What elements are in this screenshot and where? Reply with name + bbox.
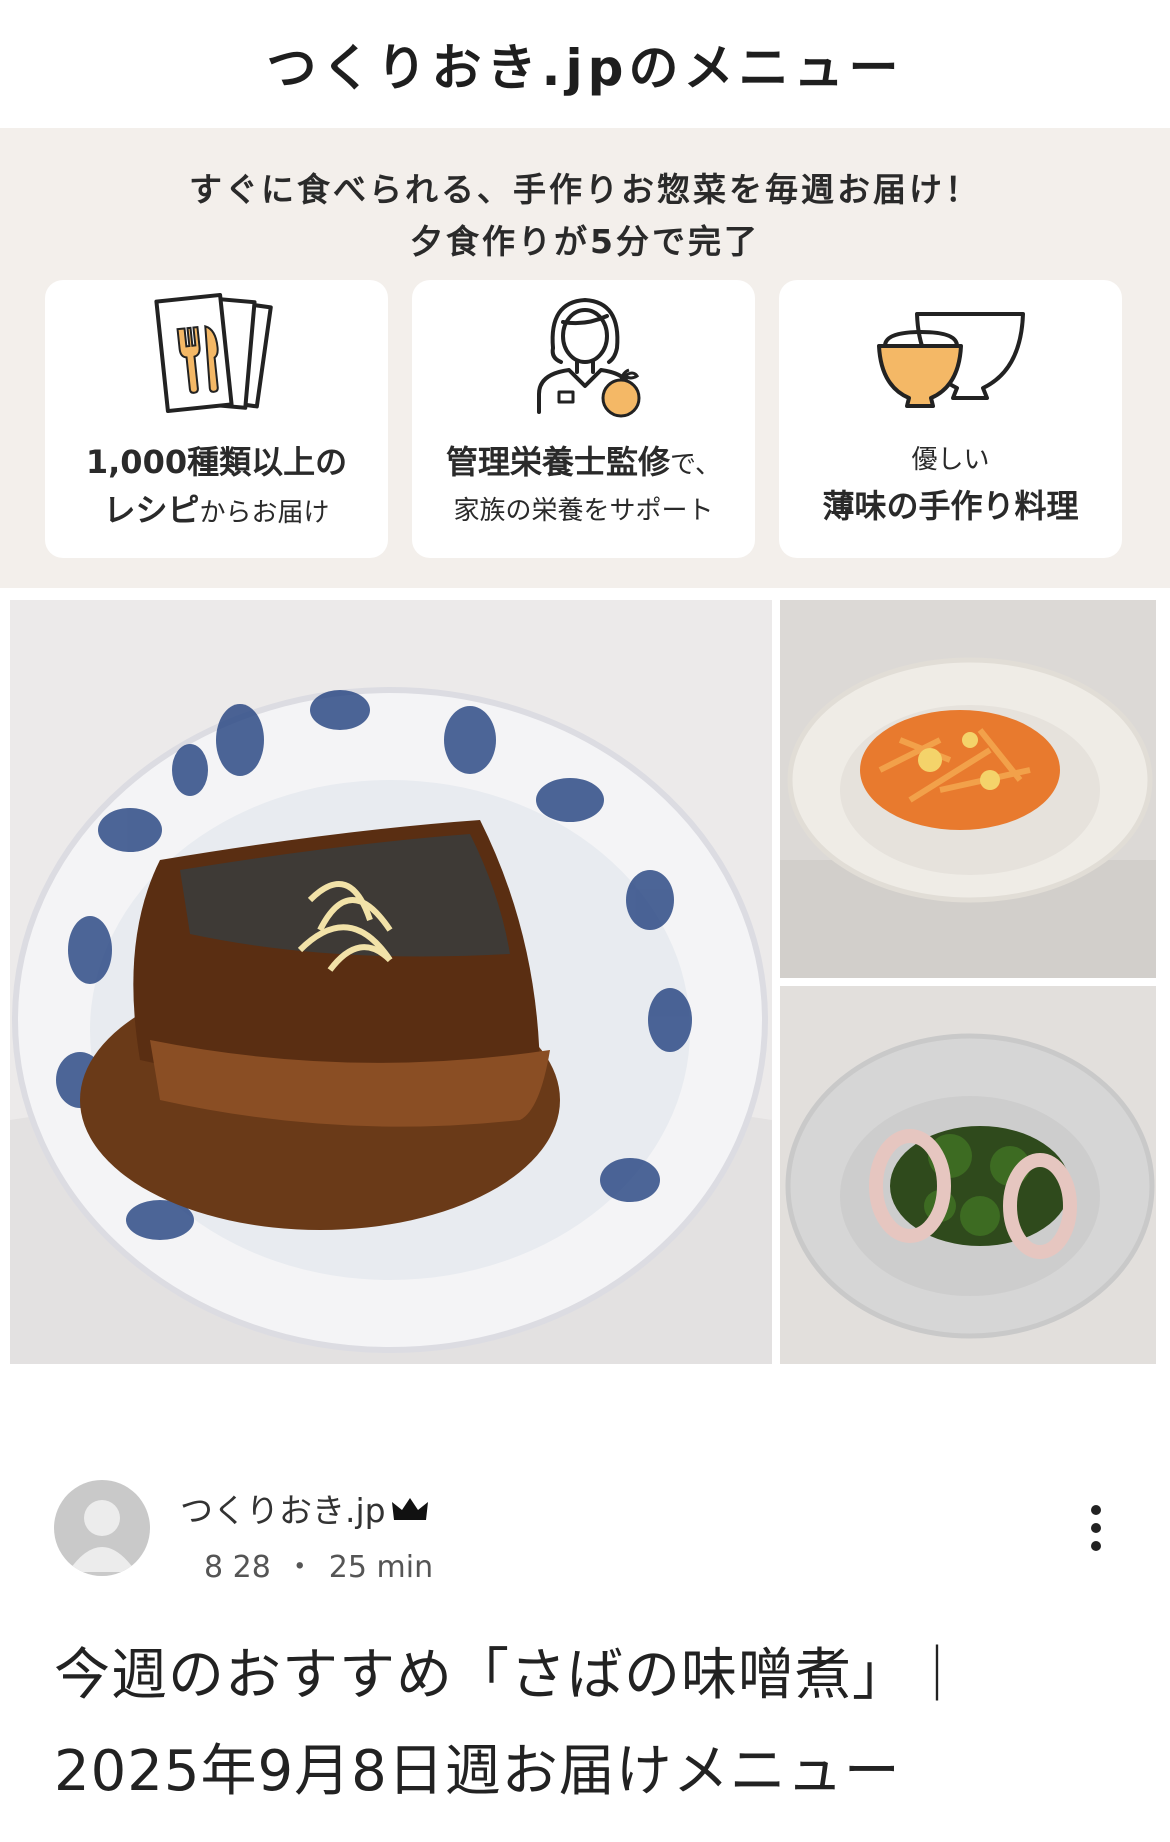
read-time: 25 min (328, 1550, 434, 1585)
squid-broccoli-photo[interactable] (780, 986, 1156, 1364)
card1-line2-small: からお届け (199, 498, 330, 528)
card2-line2: 家族の栄養をサポート (453, 496, 714, 526)
carrot-salad-photo[interactable] (780, 600, 1156, 978)
post-author-row: つくりおき.jp 8 28 ・ 25 min (54, 1476, 1116, 1585)
card2-line1-small: で、 (670, 450, 721, 480)
card1-line1: 1,000種類以上の (85, 443, 348, 481)
author-name[interactable]: つくりおき.jp (180, 1484, 430, 1532)
article-title-line2: 2025年9月8日週お届けメニュー (54, 1739, 901, 1804)
feature-card-nutritionist: 管理栄養士監修で、 家族の栄養をサポート (412, 280, 755, 558)
crown-icon (390, 1493, 430, 1532)
feature-card-light-taste: 優しい 薄味の手作り料理 (779, 280, 1122, 558)
more-vertical-icon (1091, 1505, 1101, 1551)
article-title[interactable]: 今週のおすすめ「さばの味噌煮」｜ 2025年9月8日週お届けメニュー (54, 1628, 1134, 1820)
promo-headline: すぐに食べられる、手作りお惣菜を毎週お届け！ 夕食作りが5分で完了 (0, 164, 1170, 268)
promo-headline-line2: 夕食作りが5分で完了 (410, 222, 760, 261)
bowls-icon (779, 292, 1122, 442)
card1-line2-bold: レシピ (103, 491, 200, 529)
menu-cards-icon (45, 292, 388, 442)
banner-title: つくりおき.jpのメニュー (266, 39, 904, 97)
article-title-line1: 今週のおすすめ「さばの味噌煮」｜ (54, 1643, 966, 1708)
nutritionist-icon (412, 292, 755, 442)
promo-banner[interactable]: すぐに食べられる、手作りお惣菜を毎週お届け！ 夕食作りが5分で完了 1,000種… (0, 128, 1170, 588)
post-date: 8 28 (204, 1550, 271, 1585)
promo-headline-line1: すぐに食べられる、手作りお惣菜を毎週お届け！ (189, 170, 981, 209)
more-options-button[interactable] (1076, 1500, 1116, 1556)
post-meta: 8 28 ・ 25 min (204, 1542, 433, 1586)
avatar[interactable] (54, 1480, 150, 1576)
feature-cards: 1,000種類以上の レシピからお届け 管理栄養士監修で、 家族の栄養をサポート… (45, 280, 1125, 558)
card3-line1: 優しい (911, 445, 990, 475)
meta-separator: ・ (284, 1550, 315, 1585)
saba-miso-photo[interactable] (10, 600, 772, 1364)
menu-photo-collage[interactable] (10, 600, 1156, 1364)
card3-line2: 薄味の手作り料理 (822, 487, 1079, 525)
feature-card-recipes: 1,000種類以上の レシピからお届け (45, 280, 388, 558)
author-name-text[interactable]: つくりおき.jp (180, 1491, 386, 1530)
card2-line1-bold: 管理栄養士監修 (446, 443, 671, 481)
